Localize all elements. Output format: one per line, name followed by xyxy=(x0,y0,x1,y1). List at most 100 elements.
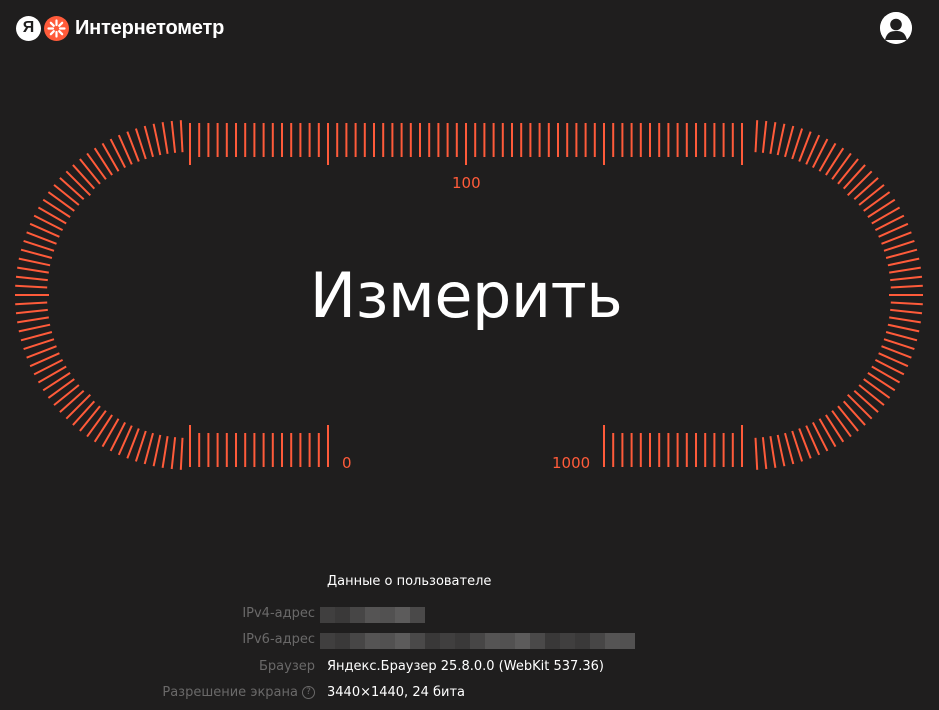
info-row-ipv4: IPv4-адрес xyxy=(0,606,939,626)
gauge-tick xyxy=(846,170,873,197)
blur-pixel xyxy=(545,633,560,649)
blur-pixel xyxy=(410,607,425,623)
gauge-tick xyxy=(143,125,154,158)
gauge-tick xyxy=(791,430,804,462)
blur-pixel xyxy=(470,633,485,649)
gauge-tick xyxy=(842,400,866,426)
blur-pixel xyxy=(620,633,635,649)
gauge-tick xyxy=(761,437,768,470)
blur-pixel xyxy=(500,633,515,649)
gauge-tick xyxy=(93,414,113,443)
ipv6-value-hidden xyxy=(320,633,635,649)
blur-pixel xyxy=(365,607,380,623)
browser-value: Яндекс.Браузер 25.8.0.0 (WebKit 537.36) xyxy=(327,659,604,674)
gauge-tick xyxy=(871,206,901,225)
info-row-browser: Браузер Яндекс.Браузер 25.8.0.0 (WebKit … xyxy=(0,659,939,679)
gauge-tick xyxy=(863,191,891,212)
blur-pixel xyxy=(380,607,395,623)
gauge-tick xyxy=(18,323,51,333)
gauge-tick xyxy=(143,432,154,465)
gauge-tick xyxy=(134,128,147,160)
blur-pixel xyxy=(455,633,470,649)
help-icon[interactable]: ? xyxy=(302,686,315,699)
gauge-tick xyxy=(883,239,915,252)
gauge-tick xyxy=(846,393,873,420)
gauge-tick xyxy=(890,284,923,289)
gauge-tick xyxy=(20,248,53,259)
gauge-tick xyxy=(101,142,120,172)
gauge-tick xyxy=(890,275,923,282)
blur-pixel xyxy=(365,633,380,649)
measure-button[interactable]: Измерить xyxy=(280,245,652,345)
gauge-tick xyxy=(784,125,795,158)
gauge-tick xyxy=(754,437,759,470)
blur-pixel xyxy=(335,607,350,623)
gauge-tick xyxy=(152,123,162,156)
gauge-tick xyxy=(818,142,837,172)
screen-label-text: Разрешение экрана xyxy=(162,685,298,700)
blur-pixel xyxy=(350,633,365,649)
gauge-tick xyxy=(842,164,866,190)
gauge-tick xyxy=(890,308,923,315)
gauge-tick xyxy=(65,170,92,197)
scale-label-1000: 1000 xyxy=(552,454,591,472)
gauge-tick xyxy=(885,331,918,342)
blur-pixel xyxy=(530,633,545,649)
gauge-tick xyxy=(837,405,859,432)
gauge-tick xyxy=(776,434,786,467)
gauge-tick xyxy=(761,120,768,153)
gauge-tick xyxy=(15,308,48,315)
info-row-ipv6: IPv6-адрес xyxy=(0,632,939,652)
gauge-tick xyxy=(170,120,177,153)
gauge-tick xyxy=(134,430,147,462)
gauge-tick xyxy=(15,301,48,306)
scale-label-100: 100 xyxy=(452,174,481,192)
gauge-tick xyxy=(890,301,923,306)
screen-resolution-value: 3440×1440, 24 бита xyxy=(327,685,466,700)
gauge-tick xyxy=(769,436,777,468)
blur-pixel xyxy=(395,607,410,623)
gauge-tick xyxy=(831,410,852,438)
gauge-tick xyxy=(79,405,101,432)
gauge-tick xyxy=(17,316,49,324)
gauge-tick xyxy=(152,434,162,467)
gauge-tick xyxy=(37,365,67,384)
blur-pixel xyxy=(515,633,530,649)
gauge-tick xyxy=(858,384,885,406)
blur-pixel xyxy=(575,633,590,649)
gauge-tick xyxy=(17,266,49,274)
gauge-tick xyxy=(885,248,918,259)
blur-pixel xyxy=(590,633,605,649)
gauge-tick xyxy=(65,393,92,420)
gauge-tick xyxy=(23,239,55,252)
gauge-tick xyxy=(837,158,859,185)
page: Я Интернетометр 100 0 1000 Измерить Данн… xyxy=(0,0,939,710)
gauge-tick xyxy=(883,338,915,351)
blur-pixel xyxy=(440,633,455,649)
gauge-tick xyxy=(86,410,107,438)
blur-pixel xyxy=(335,633,350,649)
gauge-tick xyxy=(161,436,169,468)
gauge-tick xyxy=(769,122,777,154)
gauge-tick xyxy=(863,378,891,399)
blur-pixel xyxy=(485,633,500,649)
gauge-tick xyxy=(776,123,786,156)
gauge-tick xyxy=(23,338,55,351)
gauge-tick xyxy=(887,323,920,333)
gauge-tick xyxy=(47,191,75,212)
gauge-tick xyxy=(791,128,804,160)
gauge-tick xyxy=(161,122,169,154)
user-info-title: Данные о пользователе xyxy=(327,574,492,589)
gauge-tick xyxy=(53,384,80,406)
info-label: IPv4-адрес xyxy=(242,606,315,621)
blur-pixel xyxy=(395,633,410,649)
gauge-tick xyxy=(858,184,885,206)
gauge-tick xyxy=(867,198,896,218)
gauge-tick xyxy=(831,152,852,180)
gauge-tick xyxy=(37,206,67,225)
gauge-tick xyxy=(889,316,921,324)
info-label: Браузер xyxy=(259,659,315,674)
gauge-tick xyxy=(853,389,879,413)
info-row-screen: Разрешение экрана ? 3440×1440, 24 бита xyxy=(0,685,939,705)
ipv4-value-hidden xyxy=(320,607,425,623)
